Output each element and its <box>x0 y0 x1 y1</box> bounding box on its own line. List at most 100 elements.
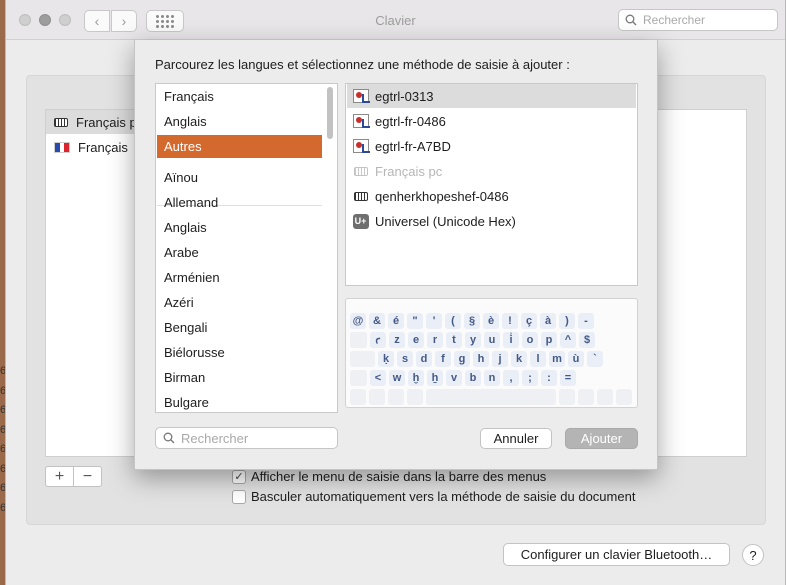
keyboard-layout-preview: @ & é " '(§ è! ç à) - ꜥ z e r t y u i͗ o p ^ $ ḳ s d f g h j k l m ù ` < w… <box>345 298 638 408</box>
add-source-button[interactable]: + <box>46 467 74 486</box>
language-item[interactable]: Autres <box>157 135 322 158</box>
custom-layout-icon <box>352 114 370 129</box>
keyboard-key: ẖ <box>427 370 443 386</box>
sheet-search-placeholder: Rechercher <box>181 430 249 446</box>
input-method-item[interactable]: egtrl-fr-A7BD <box>347 134 636 158</box>
keyboard-key <box>350 370 367 386</box>
add-input-source-sheet: Parcourez les langues et sélectionnez un… <box>134 40 658 470</box>
input-method-item[interactable]: egtrl-0313 <box>347 84 636 108</box>
language-scrollbar[interactable] <box>327 87 333 139</box>
keyboard-key: § <box>464 313 480 329</box>
language-item[interactable]: Biélorusse <box>157 341 322 364</box>
search-icon <box>625 14 637 26</box>
keyboard-key: e <box>408 332 424 348</box>
keyboard-key: n <box>484 370 500 386</box>
input-source-item[interactable]: Français pc <box>46 110 146 134</box>
language-item[interactable]: Anglais <box>157 110 322 133</box>
language-item[interactable]: Bengali <box>157 316 322 339</box>
window-search-field[interactable]: Rechercher <box>618 9 778 31</box>
keyboard-key: m <box>549 351 565 367</box>
language-item[interactable]: Anglais <box>157 216 322 239</box>
keyboard-key: r <box>427 332 443 348</box>
input-method-label: egtrl-0313 <box>375 88 434 104</box>
keyboard-key <box>616 389 632 405</box>
keyboard-key: l <box>530 351 546 367</box>
keyboard-key: ( <box>445 313 461 329</box>
language-item[interactable]: Bulgare <box>157 391 322 412</box>
auto-switch-option[interactable]: Basculer automatiquement vers la méthode… <box>232 489 635 504</box>
help-button[interactable]: ? <box>742 544 764 566</box>
keyboard-key: ù <box>568 351 584 367</box>
keyboard-key <box>426 389 556 405</box>
remove-source-button[interactable]: − <box>74 467 101 486</box>
keyboard-key: ) <box>559 313 575 329</box>
language-list[interactable]: Français Anglais Autres Aïnou Allemand Anglai… <box>155 83 338 413</box>
keyboard-key <box>597 389 613 405</box>
add-button[interactable]: Ajouter <box>565 428 638 449</box>
keyboard-key: h <box>473 351 489 367</box>
keyboard-key: t <box>446 332 462 348</box>
keyboard-key <box>350 351 375 367</box>
show-menu-option[interactable]: ✓ Afficher le menu de saisie dans la bar… <box>232 469 546 484</box>
keyboard-key: - <box>578 313 594 329</box>
input-method-item[interactable]: egtrl-fr-0486 <box>347 109 636 133</box>
auto-switch-checkbox[interactable] <box>232 489 246 504</box>
keyboard-key: é <box>388 313 404 329</box>
auto-switch-label: Basculer automatiquement vers la méthode… <box>251 489 636 504</box>
input-method-item[interactable]: U+ Universel (Unicode Hex) <box>347 209 636 233</box>
keyboard-key: ç <box>521 313 537 329</box>
keyboard-key: f <box>435 351 451 367</box>
keyboard-key: , <box>503 370 519 386</box>
input-source-label: Français <box>78 139 128 155</box>
input-method-label: Français pc <box>375 163 443 179</box>
keyboard-key: k <box>511 351 527 367</box>
keyboard-key: @ <box>350 313 366 329</box>
keyboard-icon <box>54 117 68 127</box>
sheet-search-field[interactable]: Rechercher <box>155 427 338 449</box>
show-menu-label: Afficher le menu de saisie dans la barre… <box>251 469 547 484</box>
keyboard-key: $ <box>579 332 595 348</box>
custom-layout-icon <box>352 139 370 154</box>
keyboard-key <box>388 389 404 405</box>
keyboard-key: d <box>416 351 432 367</box>
unicode-hex-icon: U+ <box>352 213 369 229</box>
keyboard-key: à <box>540 313 556 329</box>
keyboard-key: ! <box>502 313 518 329</box>
language-item[interactable]: Aïnou <box>157 166 322 189</box>
keyboard-key <box>407 389 423 405</box>
language-item[interactable]: Arabe <box>157 241 322 264</box>
keyboard-key: p <box>541 332 557 348</box>
keyboard-key: ; <box>522 370 538 386</box>
language-item[interactable]: Français <box>157 85 322 108</box>
keyboard-key <box>369 389 385 405</box>
keyboard-key: i͗ <box>503 332 519 348</box>
input-source-item[interactable]: Français <box>46 135 128 159</box>
keyboard-icon <box>352 189 369 204</box>
keyboard-key: u <box>484 332 500 348</box>
cancel-button[interactable]: Annuler <box>480 428 552 449</box>
keyboard-key: : <box>541 370 557 386</box>
language-item[interactable]: Allemand <box>157 191 322 214</box>
add-remove-control: + − <box>45 466 102 487</box>
input-method-label: egtrl-fr-0486 <box>375 113 446 129</box>
keyboard-key: ḫ <box>408 370 424 386</box>
input-method-item[interactable]: qenherkhopeshef-0486 <box>347 184 636 208</box>
keyboard-key <box>350 389 366 405</box>
language-item[interactable]: Birman <box>157 366 322 389</box>
keyboard-key: v <box>446 370 462 386</box>
input-method-label: egtrl-fr-A7BD <box>375 138 451 154</box>
language-item[interactable]: Azéri <box>157 291 322 314</box>
keyboard-key <box>350 332 367 348</box>
keyboard-key: & <box>369 313 385 329</box>
input-method-list[interactable]: egtrl-0313 egtrl-fr-0486 egtrl-fr-A7BD Fran… <box>345 83 638 286</box>
configure-bluetooth-keyboard-button[interactable]: Configurer un clavier Bluetooth… <box>503 543 730 566</box>
keyboard-key: ^ <box>560 332 576 348</box>
keyboard-key: è <box>483 313 499 329</box>
keyboard-key: y <box>465 332 481 348</box>
language-item[interactable]: Arménien <box>157 266 322 289</box>
window-search-placeholder: Rechercher <box>643 13 706 27</box>
keyboard-key: j <box>492 351 508 367</box>
keyboard-key: w <box>389 370 405 386</box>
keyboard-key: g <box>454 351 470 367</box>
show-menu-checkbox[interactable]: ✓ <box>232 469 246 484</box>
